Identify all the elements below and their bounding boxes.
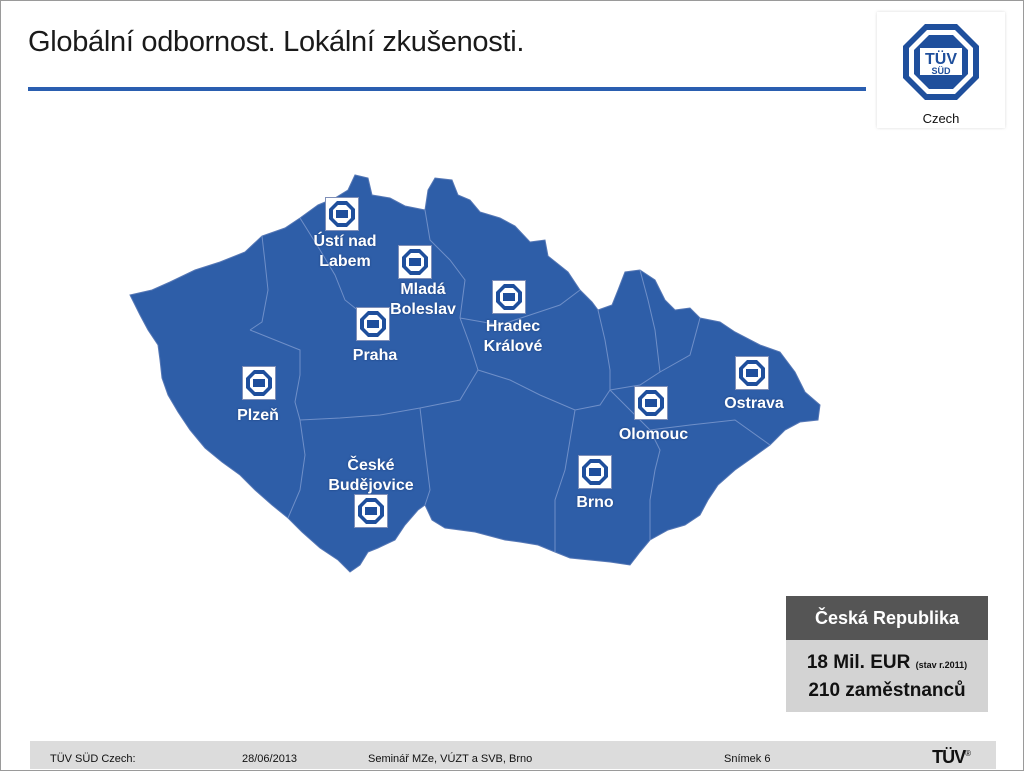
city-name-line1: Brno: [576, 494, 614, 511]
footer-logo-text: TÜV: [932, 747, 966, 767]
tuv-marker-icon[interactable]: [356, 307, 390, 341]
city-name-line1: Mladá: [400, 281, 446, 298]
slide-footer: TÜV SÜD Czech: 28/06/2013 Seminář MZe, V…: [30, 741, 996, 769]
footer-event: Seminář MZe, VÚZT a SVB, Brno: [368, 753, 533, 765]
info-revenue-note: (stav r.2011): [915, 660, 968, 670]
tuv-marker-icon[interactable]: [354, 494, 388, 528]
info-box: 18 Mil. EUR (stav r.2011) 210 zaměstnanc…: [786, 640, 988, 712]
tuv-marker-icon[interactable]: [735, 356, 769, 390]
tuv-marker-icon[interactable]: [325, 197, 359, 231]
city-label-hradec-kralove: Hradec Králové: [468, 317, 558, 357]
info-revenue-line: 18 Mil. EUR (stav r.2011): [786, 652, 988, 674]
footer-slide-number: Snímek 6: [724, 753, 771, 765]
city-name-line2: Králové: [483, 338, 543, 355]
city-label-brno: Brno: [550, 493, 640, 513]
city-label-ostrava: Ostrava: [708, 394, 800, 414]
info-revenue: 18 Mil. EUR: [806, 652, 911, 673]
footer-date: 28/06/2013: [242, 753, 298, 765]
city-label-plzen: Plzeň: [213, 406, 303, 426]
info-heading: Česká Republika: [786, 596, 988, 640]
tuv-marker-icon[interactable]: [492, 280, 526, 314]
city-label-usti: Ústí nad Labem: [300, 232, 390, 272]
city-label-praha: Praha: [330, 346, 420, 366]
city-label-olomouc: Olomouc: [606, 425, 701, 445]
city-name-line2: Budějovice: [328, 477, 414, 494]
city-name-line2: Labem: [319, 253, 371, 270]
city-name-line1: Praha: [352, 347, 398, 364]
city-name-line1: Ústí nad: [313, 233, 377, 250]
footer-company: TÜV SÜD Czech:: [50, 753, 136, 765]
tuv-marker-icon[interactable]: [242, 366, 276, 400]
city-name-line1: Hradec: [485, 318, 541, 335]
tuv-marker-icon[interactable]: [398, 245, 432, 279]
city-name-line1: Ostrava: [724, 395, 784, 412]
footer-logo: TÜV®: [932, 747, 971, 768]
czech-republic-shape: [129, 174, 821, 573]
city-name-line1: České: [347, 457, 395, 474]
city-label-ceske-budejovice: České Budějovice: [315, 456, 427, 496]
tuv-marker-icon[interactable]: [578, 455, 612, 489]
tuv-marker-icon[interactable]: [634, 386, 668, 420]
city-name-line1: Plzeň: [237, 407, 279, 424]
city-name-line1: Olomouc: [618, 426, 689, 443]
city-name-line2: Boleslav: [390, 301, 456, 318]
footer-logo-mark: ®: [965, 749, 971, 758]
city-label-mlada-boleslav: Mladá Boleslav: [378, 280, 468, 320]
info-employees: 210 zaměstnanců: [808, 680, 966, 701]
